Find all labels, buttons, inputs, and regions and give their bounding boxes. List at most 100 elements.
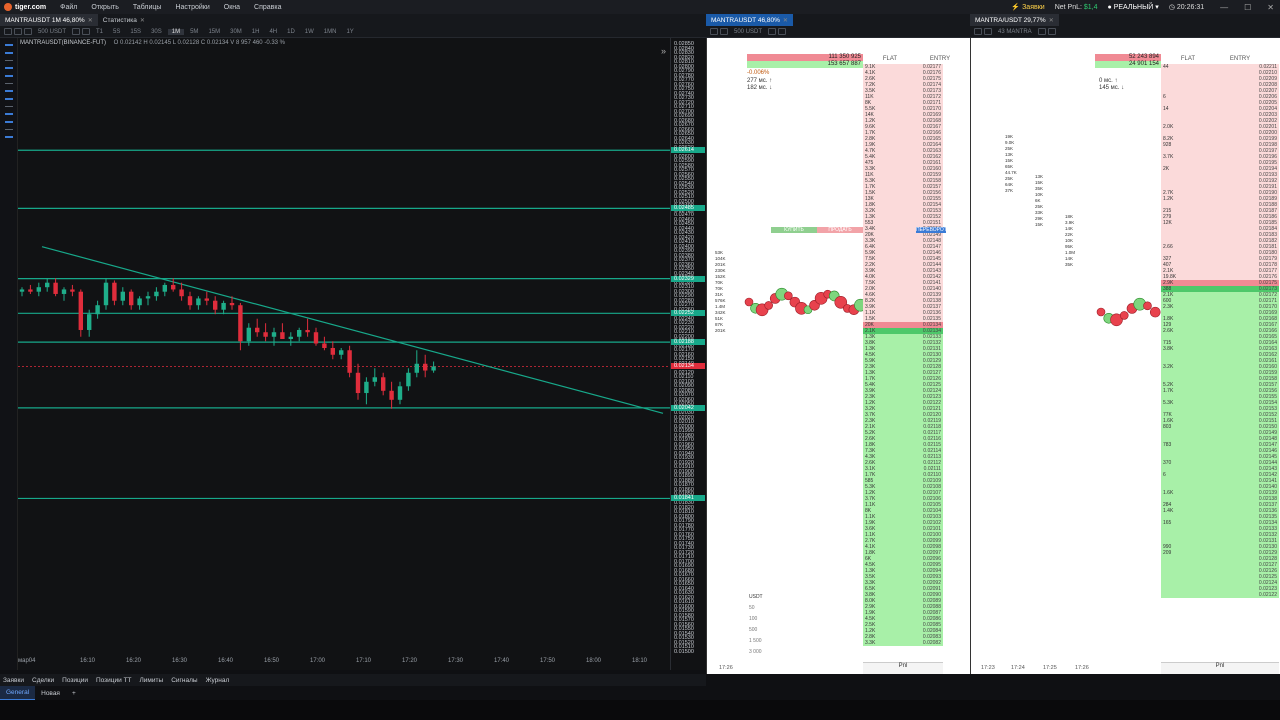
trendline-icon[interactable] <box>4 52 13 54</box>
tab-trades[interactable]: Сделки <box>32 677 54 684</box>
tf-1H[interactable]: 1H <box>248 29 264 35</box>
qty-select[interactable]: 500 USDT <box>34 29 70 35</box>
workspace-new[interactable]: Новая <box>35 686 66 700</box>
close-icon[interactable]: ✕ <box>1267 3 1274 12</box>
time-axis[interactable]: мар04 16:10 16:20 16:30 16:40 16:50 17:00 17:10… <box>18 656 670 668</box>
eye-icon[interactable] <box>4 129 13 130</box>
ruler-icon[interactable] <box>4 106 13 107</box>
sell-button[interactable]: ПРОДАТЬ <box>817 227 863 233</box>
price-chart[interactable]: MANTRAUSDT(BINANCE-FUT) O 0.02142 H 0.02… <box>18 38 670 670</box>
tf-4H[interactable]: 4H <box>265 29 281 35</box>
menu-windows[interactable]: Окна <box>224 4 240 11</box>
link-icon[interactable] <box>778 28 787 35</box>
workspace-general[interactable]: General <box>0 686 36 700</box>
close-tab-icon[interactable]: ✕ <box>783 17 788 24</box>
dom1-usdt-selector[interactable]: USDT 50 100 500 1 500 3 000 <box>749 592 779 658</box>
trash-icon[interactable] <box>4 136 13 138</box>
status-bar <box>0 700 1280 720</box>
chart-canvas[interactable] <box>18 38 670 670</box>
tab-chart[interactable]: MANTRAUSDT 1M 46,80% ✕ <box>0 14 98 26</box>
layout-icon[interactable] <box>720 28 728 35</box>
tab-limits[interactable]: Лимиты <box>140 677 164 684</box>
layout-icon[interactable] <box>24 28 32 35</box>
hline-icon[interactable] <box>4 60 13 61</box>
zoom-icon[interactable] <box>72 28 81 35</box>
layout-icon[interactable] <box>984 28 992 35</box>
settings-icon[interactable] <box>710 28 718 35</box>
tf-1M[interactable]: 1M <box>167 28 185 35</box>
maximize-icon[interactable]: ☐ <box>1244 3 1251 12</box>
menu-settings[interactable]: Настройки <box>175 4 209 11</box>
dom2-orderbook[interactable]: 44 0.02211 0.02210 0.02209 0.02208 0.02207 6 0.… <box>1161 64 1279 598</box>
tab-positions[interactable]: Позиции <box>62 677 88 684</box>
magnet-icon[interactable] <box>4 113 13 115</box>
close-tab-icon[interactable]: ✕ <box>1049 17 1054 24</box>
tab-journal[interactable]: Журнал <box>206 677 230 684</box>
tf-5S[interactable]: 5S <box>109 29 124 35</box>
dom1-flat-header[interactable]: FLAT <box>865 56 915 62</box>
tf-1D[interactable]: 1D <box>283 29 299 35</box>
menu-open[interactable]: Открыть <box>91 4 119 11</box>
indicator-icon[interactable] <box>14 28 22 35</box>
tf-T1[interactable]: T1 <box>92 29 107 35</box>
dom1-panel[interactable]: 111 350 925 153 657 887 -0.006% 277 мс. … <box>706 38 970 674</box>
text-icon[interactable] <box>4 90 13 92</box>
menu-file[interactable]: Файл <box>60 4 77 11</box>
dom1-qty[interactable]: 500 USDT <box>730 29 766 35</box>
dom1-entry-header[interactable]: ENTRY <box>915 56 965 62</box>
tab-dom2[interactable]: MANTRA/USDT 29,77% ✕ <box>970 14 1059 26</box>
dom2-flat-header[interactable]: FLAT <box>1163 56 1213 62</box>
net-pnl[interactable]: Net PnL: $1,4 <box>1055 4 1098 11</box>
reverse-button[interactable]: ПЕРЕВОРОТ <box>916 227 947 233</box>
buy-button[interactable]: КУПИТЬ <box>771 227 817 233</box>
orderbook-row[interactable]: 0.02122 <box>1161 592 1279 598</box>
rectangle-icon[interactable] <box>4 75 13 77</box>
link-icon[interactable] <box>1047 28 1056 35</box>
zoom-icon[interactable] <box>1037 28 1046 35</box>
tf-1W[interactable]: 1W <box>301 29 318 35</box>
tf-1MN[interactable]: 1MN <box>320 29 341 35</box>
dom2-pnl-button[interactable]: Pnl <box>1161 662 1279 674</box>
draw-tool-icon[interactable] <box>4 28 12 35</box>
tab-dom1[interactable]: MANTRAUSDT 46,80% ✕ <box>706 14 793 26</box>
ray-icon[interactable] <box>4 67 13 69</box>
tab-positions-tt[interactable]: Позиции ТТ <box>96 677 132 684</box>
add-workspace-icon[interactable]: + <box>66 686 82 700</box>
candle-body-15 <box>145 296 151 299</box>
tab-orders[interactable]: Заявки <box>3 677 24 684</box>
settings-icon[interactable] <box>82 28 91 35</box>
close-tab-icon[interactable]: ✕ <box>140 17 145 24</box>
tf-30S[interactable]: 30S <box>147 29 166 35</box>
dom2-qty[interactable]: 43 MANTRA <box>994 29 1036 35</box>
close-tab-icon[interactable]: ✕ <box>88 17 93 24</box>
dom1-pnl-button[interactable]: Pnl <box>863 662 943 674</box>
tf-5M[interactable]: 5M <box>186 29 202 35</box>
cluster-volume: 13K <box>1005 152 1014 157</box>
settings-icon[interactable] <box>974 28 982 35</box>
menu-tables[interactable]: Таблицы <box>133 4 162 11</box>
candle-body-46 <box>406 372 411 387</box>
crosshair-icon[interactable] <box>4 44 13 46</box>
dom1-orderbook[interactable]: 9.1K 0.02177 4.1K 0.02176 2.6K 0.02175 7.2K 0.0… <box>863 64 943 646</box>
tf-30M[interactable]: 30M <box>226 29 246 35</box>
tab-statistics[interactable]: Статистика ✕ <box>98 14 150 26</box>
lock-icon[interactable] <box>4 121 13 123</box>
minimize-icon[interactable]: — <box>1220 3 1228 12</box>
zoom-icon[interactable] <box>768 28 777 35</box>
orderbook-row[interactable]: 3.3K 0.02082 <box>863 640 943 646</box>
dom2-trade-bubbles <box>1096 297 1161 327</box>
alerts-button[interactable]: ⚡ Заявки <box>1011 3 1044 11</box>
account-mode-select[interactable]: ● РЕАЛЬНЫЙ ▾ <box>1108 3 1159 11</box>
app-logo[interactable]: tiger.com <box>4 3 46 11</box>
dom2-panel[interactable]: 52 243 894 24 901 154 0 мс. ↑ 145 мс. ↓ … <box>970 38 1280 674</box>
dom2-entry-header[interactable]: ENTRY <box>1215 56 1265 62</box>
tab-signals[interactable]: Сигналы <box>171 677 197 684</box>
price-axis[interactable]: 0.02850 0.02840 0.02830 0.02820 0.02810 0.028… <box>670 38 706 670</box>
fib-icon[interactable] <box>4 83 13 84</box>
menu-help[interactable]: Справка <box>254 4 281 11</box>
tf-15M[interactable]: 15M <box>204 29 224 35</box>
collapse-panel-icon[interactable]: » <box>661 46 666 56</box>
tf-15S[interactable]: 15S <box>126 29 145 35</box>
brush-icon[interactable] <box>4 98 13 100</box>
tf-1Y[interactable]: 1Y <box>342 29 357 35</box>
